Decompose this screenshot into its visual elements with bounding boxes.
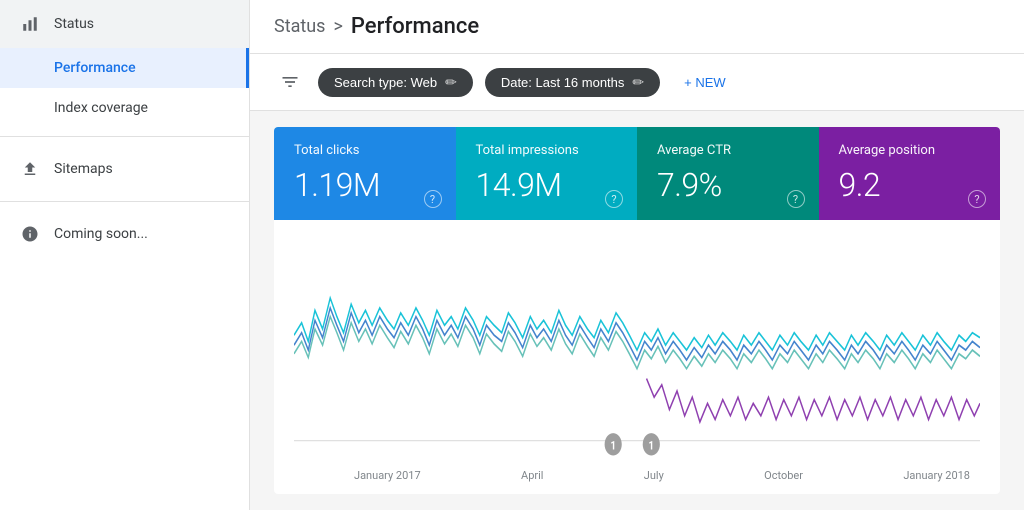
search-type-filter[interactable]: Search type: Web ✏ <box>318 68 473 97</box>
search-type-edit-icon: ✏ <box>445 74 457 91</box>
date-filter[interactable]: Date: Last 16 months ✏ <box>485 68 660 97</box>
date-edit-icon: ✏ <box>632 74 644 91</box>
sidebar-item-sitemaps[interactable]: Sitemaps <box>0 145 249 193</box>
svg-text:1: 1 <box>649 438 654 453</box>
metric-total-impressions: Total impressions 14.9M ? <box>456 127 638 220</box>
sidebar-item-status-label: Status <box>54 16 94 32</box>
new-button-label: + NEW <box>684 75 726 90</box>
total-clicks-value: 1.19M <box>294 166 436 204</box>
new-button[interactable]: + NEW <box>672 69 738 96</box>
sidebar-item-status[interactable]: Status <box>0 0 249 48</box>
average-position-label: Average position <box>839 143 981 158</box>
sidebar-item-coming-soon[interactable]: Coming soon... <box>0 210 249 258</box>
x-label-october: October <box>764 469 803 482</box>
sidebar-item-coming-soon-label: Coming soon... <box>54 226 148 242</box>
x-label-jan-2018: January 2018 <box>903 469 970 482</box>
total-clicks-label: Total clicks <box>294 143 436 158</box>
total-impressions-value: 14.9M <box>476 166 618 204</box>
average-ctr-label: Average CTR <box>657 143 799 158</box>
sidebar-item-performance-label: Performance <box>54 60 136 76</box>
sidebar: Status Performance Index coverage Sitema… <box>0 0 250 510</box>
sidebar-divider-2 <box>0 201 249 202</box>
sidebar-item-index-coverage-label: Index coverage <box>54 100 148 116</box>
total-impressions-help[interactable]: ? <box>605 190 623 208</box>
x-axis-labels: January 2017 April July October January … <box>294 465 980 482</box>
performance-chart: 1 1 <box>294 236 980 484</box>
sidebar-divider-1 <box>0 136 249 137</box>
upload-icon <box>20 159 40 179</box>
average-ctr-help[interactable]: ? <box>787 190 805 208</box>
svg-text:1: 1 <box>610 438 615 453</box>
main-content: Status > Performance Search type: Web ✏ … <box>250 0 1024 510</box>
date-label: Date: Last 16 months <box>501 75 625 90</box>
total-impressions-label: Total impressions <box>476 143 618 158</box>
filter-icon[interactable] <box>274 66 306 98</box>
total-clicks-help[interactable]: ? <box>424 190 442 208</box>
info-icon <box>20 224 40 244</box>
sidebar-item-sitemaps-label: Sitemaps <box>54 161 113 177</box>
average-position-help[interactable]: ? <box>968 190 986 208</box>
x-label-july: July <box>644 469 664 482</box>
breadcrumb-parent: Status <box>274 16 325 37</box>
page-header: Status > Performance <box>250 0 1024 54</box>
metric-average-position: Average position 9.2 ? <box>819 127 1001 220</box>
search-type-label: Search type: Web <box>334 75 437 90</box>
content-area: Total clicks 1.19M ? Total impressions 1… <box>250 111 1024 510</box>
average-position-value: 9.2 <box>839 166 981 204</box>
metric-average-ctr: Average CTR 7.9% ? <box>637 127 819 220</box>
sidebar-item-performance[interactable]: Performance <box>0 48 249 88</box>
breadcrumb-separator: > <box>333 16 342 37</box>
average-ctr-value: 7.9% <box>657 166 799 204</box>
metric-total-clicks: Total clicks 1.19M ? <box>274 127 456 220</box>
chart-container: 1 1 January 2017 April July October Janu… <box>274 220 1000 494</box>
sidebar-item-index-coverage[interactable]: Index coverage <box>0 88 249 128</box>
x-label-april: April <box>521 469 543 482</box>
bar-chart-icon <box>20 14 40 34</box>
toolbar: Search type: Web ✏ Date: Last 16 months … <box>250 54 1024 111</box>
x-label-jan-2017: January 2017 <box>354 469 421 482</box>
metrics-row: Total clicks 1.19M ? Total impressions 1… <box>274 127 1000 220</box>
page-title: Performance <box>351 14 479 39</box>
